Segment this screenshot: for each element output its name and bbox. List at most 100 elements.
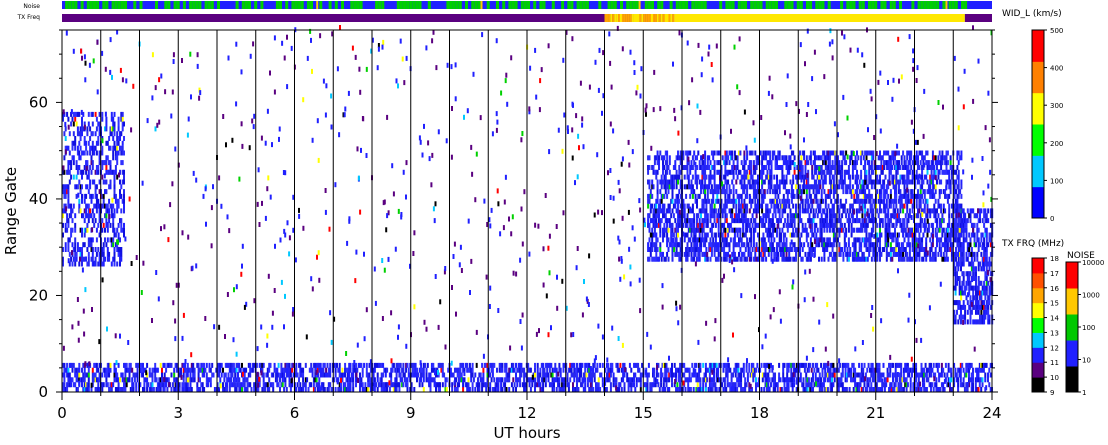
echo-cell	[782, 237, 785, 243]
echo-cell	[768, 377, 771, 383]
echo-cell	[830, 198, 833, 204]
echo-cell	[675, 237, 678, 243]
echo-cell	[896, 169, 899, 175]
echo-cell	[478, 382, 481, 388]
echo-cell	[295, 367, 298, 373]
echo-cell	[906, 382, 909, 388]
echo-cell	[892, 377, 894, 383]
echo-cell	[858, 179, 861, 185]
echo-cell	[700, 189, 702, 195]
echo-cell	[593, 372, 596, 378]
echo-cell	[773, 237, 776, 243]
echo-cell	[390, 377, 393, 383]
echo-cell	[534, 367, 536, 373]
noise-strip-segment	[685, 1, 689, 9]
echo-cell	[776, 189, 778, 195]
echo-cell	[472, 377, 475, 383]
echo-cell	[755, 387, 757, 392]
txfreq-strip-segment	[654, 14, 657, 22]
echo-cell	[837, 387, 840, 392]
echo-cell	[706, 256, 709, 262]
echo-cell	[683, 362, 686, 368]
echo-cell	[982, 367, 985, 373]
echo-cell	[885, 382, 888, 388]
txfreq-strip-segment	[647, 14, 650, 22]
echo-cell	[743, 242, 746, 248]
echo-cell	[534, 362, 536, 368]
echo-cell	[817, 367, 820, 373]
echo-cell	[822, 198, 825, 204]
echo-cell	[340, 387, 342, 392]
echo-cell	[725, 256, 728, 262]
echo-cell	[724, 174, 727, 180]
echo-cell	[180, 367, 182, 373]
echo-cell	[449, 367, 452, 373]
echo-cell	[551, 372, 554, 378]
echo-cell	[904, 247, 907, 252]
echo-cell	[930, 362, 932, 368]
echo-cell	[710, 232, 713, 238]
echo-cell	[988, 382, 991, 388]
echo-cell	[209, 367, 212, 373]
echo-cell	[832, 208, 835, 214]
echo-cell	[778, 213, 781, 219]
echo-cell	[673, 362, 676, 368]
echo-cell	[686, 165, 689, 170]
echo-cell	[739, 232, 742, 238]
echo-cell	[704, 169, 707, 175]
echo-cell	[334, 372, 337, 378]
echo-cell	[889, 193, 892, 199]
echo-cell	[694, 251, 697, 257]
noise-strip-segment	[840, 1, 844, 9]
echo-cell	[70, 382, 73, 388]
noise-strip-segment	[678, 1, 682, 9]
echo-cell	[887, 242, 890, 248]
noise-strip-segment	[244, 1, 248, 9]
echo-cell	[372, 372, 375, 378]
echo-cell	[845, 227, 848, 233]
echo-cell	[850, 367, 852, 373]
echo-cell	[748, 247, 751, 252]
echo-cell	[647, 169, 650, 175]
echo-cell	[674, 160, 677, 166]
echo-cell	[268, 377, 271, 383]
echo-cell	[805, 155, 808, 161]
echo-cell	[78, 367, 81, 373]
echo-cell	[691, 155, 694, 161]
echo-cell	[406, 387, 409, 392]
echo-cell	[670, 213, 673, 219]
echo-cell	[683, 213, 686, 219]
echo-cell	[801, 165, 804, 170]
echo-cell	[481, 362, 484, 368]
echo-cell	[920, 362, 923, 368]
echo-cell	[87, 377, 90, 383]
echo-cell	[648, 256, 651, 262]
noise-strip-segment	[155, 1, 158, 9]
echo-cell	[710, 184, 713, 190]
echo-cell	[186, 362, 189, 368]
echo-cell	[166, 387, 169, 392]
echo-cell	[277, 372, 280, 378]
echo-cell	[510, 382, 513, 388]
echo-cell	[66, 362, 69, 368]
noise-strip-segment	[195, 1, 199, 9]
echo-cell	[908, 372, 911, 378]
echo-cell	[659, 247, 662, 252]
echo-cell	[987, 372, 989, 378]
echo-cell	[729, 222, 732, 228]
echo-cell	[742, 362, 745, 368]
echo-cell	[866, 256, 869, 262]
echo-cell	[709, 218, 712, 224]
echo-cell	[655, 203, 658, 209]
echo-cell	[851, 184, 854, 190]
echo-cell	[68, 372, 71, 378]
echo-cell	[838, 160, 841, 166]
echo-cell	[678, 165, 681, 170]
echo-cell	[424, 362, 427, 368]
echo-cell	[862, 184, 865, 190]
echo-cell	[809, 256, 812, 262]
txfreq-strip-segment	[664, 14, 667, 22]
echo-cell	[717, 256, 720, 262]
echo-cell	[534, 372, 536, 378]
echo-cell	[601, 377, 604, 383]
